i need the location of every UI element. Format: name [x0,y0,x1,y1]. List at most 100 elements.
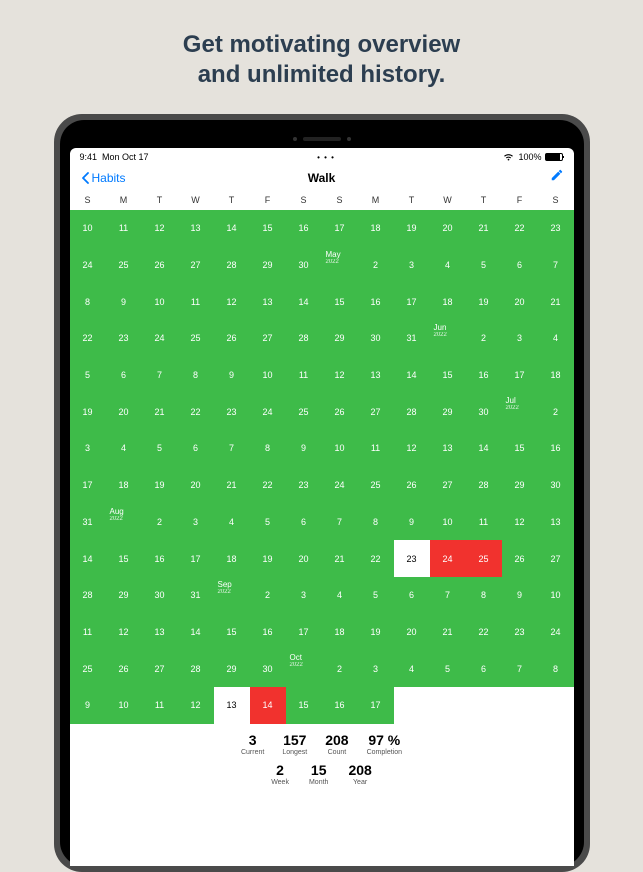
day-cell[interactable]: 28 [214,247,250,284]
day-cell[interactable]: 11 [286,357,322,394]
day-cell[interactable]: 11 [466,504,502,541]
day-cell[interactable]: 2 [358,247,394,284]
day-cell[interactable]: 18 [430,283,466,320]
day-cell[interactable]: 28 [286,320,322,357]
day-cell[interactable]: 2 [250,577,286,614]
day-cell[interactable]: 17 [286,614,322,651]
day-cell[interactable]: 15 [322,283,358,320]
day-cell[interactable]: 29 [106,577,142,614]
day-cell[interactable]: 20 [394,614,430,651]
day-cell[interactable]: 21 [322,540,358,577]
day-cell[interactable]: 17 [322,210,358,247]
day-cell[interactable]: 31 [394,320,430,357]
day-cell[interactable]: 8 [538,650,574,687]
day-cell[interactable]: 7 [214,430,250,467]
day-cell[interactable]: 26 [106,650,142,687]
day-cell[interactable]: 16 [250,614,286,651]
day-cell[interactable]: 6 [502,247,538,284]
day-cell[interactable]: 9 [70,687,106,724]
day-cell[interactable]: 2 [466,320,502,357]
day-cell[interactable]: 23 [214,393,250,430]
day-cell[interactable]: 24 [142,320,178,357]
day-cell[interactable]: 3 [178,504,214,541]
day-cell[interactable]: 2 [538,393,574,430]
day-cell[interactable]: 18 [322,614,358,651]
day-cell[interactable]: 17 [502,357,538,394]
day-cell[interactable]: 3 [502,320,538,357]
day-cell[interactable]: 28 [178,650,214,687]
day-cell[interactable]: 22 [70,320,106,357]
day-cell[interactable]: 12 [106,614,142,651]
day-cell[interactable]: 10 [430,504,466,541]
day-cell[interactable]: 14 [214,210,250,247]
day-cell[interactable]: Jul2022 [502,393,538,430]
day-cell[interactable]: 6 [106,357,142,394]
day-cell[interactable]: 13 [430,430,466,467]
day-cell[interactable]: 24 [538,614,574,651]
day-cell[interactable]: 19 [250,540,286,577]
day-cell[interactable]: 3 [70,430,106,467]
day-cell[interactable]: 7 [322,504,358,541]
day-cell[interactable]: 11 [142,687,178,724]
day-cell[interactable]: 24 [430,540,466,577]
day-cell[interactable]: 12 [502,504,538,541]
day-cell[interactable]: 10 [70,210,106,247]
day-cell[interactable]: 16 [466,357,502,394]
day-cell[interactable]: 29 [214,650,250,687]
day-cell[interactable]: 9 [394,504,430,541]
day-cell[interactable]: 5 [358,577,394,614]
day-cell[interactable]: 26 [214,320,250,357]
day-cell[interactable]: 7 [430,577,466,614]
day-cell[interactable]: 10 [106,687,142,724]
day-cell[interactable]: 22 [502,210,538,247]
day-cell[interactable]: 14 [178,614,214,651]
day-cell[interactable]: 15 [430,357,466,394]
day-cell[interactable]: 15 [502,430,538,467]
day-cell[interactable]: 11 [106,210,142,247]
day-cell[interactable]: 18 [358,210,394,247]
day-cell[interactable]: 23 [502,614,538,651]
day-cell[interactable]: 25 [70,650,106,687]
day-cell[interactable]: 13 [538,504,574,541]
day-cell[interactable]: 22 [178,393,214,430]
day-cell[interactable]: 22 [466,614,502,651]
day-cell[interactable]: 5 [142,430,178,467]
day-cell[interactable]: 23 [106,320,142,357]
day-cell[interactable]: 9 [286,430,322,467]
day-cell[interactable]: 23 [394,540,430,577]
day-cell[interactable]: 10 [322,430,358,467]
day-cell[interactable]: 3 [286,577,322,614]
day-cell[interactable]: 27 [142,650,178,687]
day-cell[interactable]: Aug2022 [106,504,142,541]
day-cell[interactable]: 27 [178,247,214,284]
day-cell[interactable]: 20 [502,283,538,320]
day-cell[interactable]: 14 [394,357,430,394]
day-cell[interactable]: 11 [358,430,394,467]
day-cell[interactable] [538,687,574,724]
day-cell[interactable]: 2 [322,650,358,687]
day-cell[interactable]: 7 [538,247,574,284]
day-cell[interactable]: 5 [466,247,502,284]
day-cell[interactable]: 8 [466,577,502,614]
day-cell[interactable]: 29 [322,320,358,357]
day-cell[interactable]: 17 [394,283,430,320]
back-button[interactable]: Habits [80,171,126,185]
day-cell[interactable]: 15 [214,614,250,651]
day-cell[interactable] [502,687,538,724]
day-cell[interactable]: 28 [70,577,106,614]
day-cell[interactable]: Sep2022 [214,577,250,614]
day-cell[interactable]: 12 [322,357,358,394]
day-cell[interactable]: 16 [142,540,178,577]
edit-button[interactable] [550,168,564,187]
day-cell[interactable]: 16 [322,687,358,724]
day-cell[interactable]: 12 [394,430,430,467]
day-cell[interactable]: 3 [394,247,430,284]
day-cell[interactable]: 12 [178,687,214,724]
day-cell[interactable]: 25 [106,247,142,284]
day-cell[interactable]: Jun2022 [430,320,466,357]
day-cell[interactable]: 8 [178,357,214,394]
day-cell[interactable]: 15 [286,687,322,724]
day-cell[interactable]: 19 [394,210,430,247]
day-cell[interactable]: 4 [106,430,142,467]
day-cell[interactable]: 26 [322,393,358,430]
